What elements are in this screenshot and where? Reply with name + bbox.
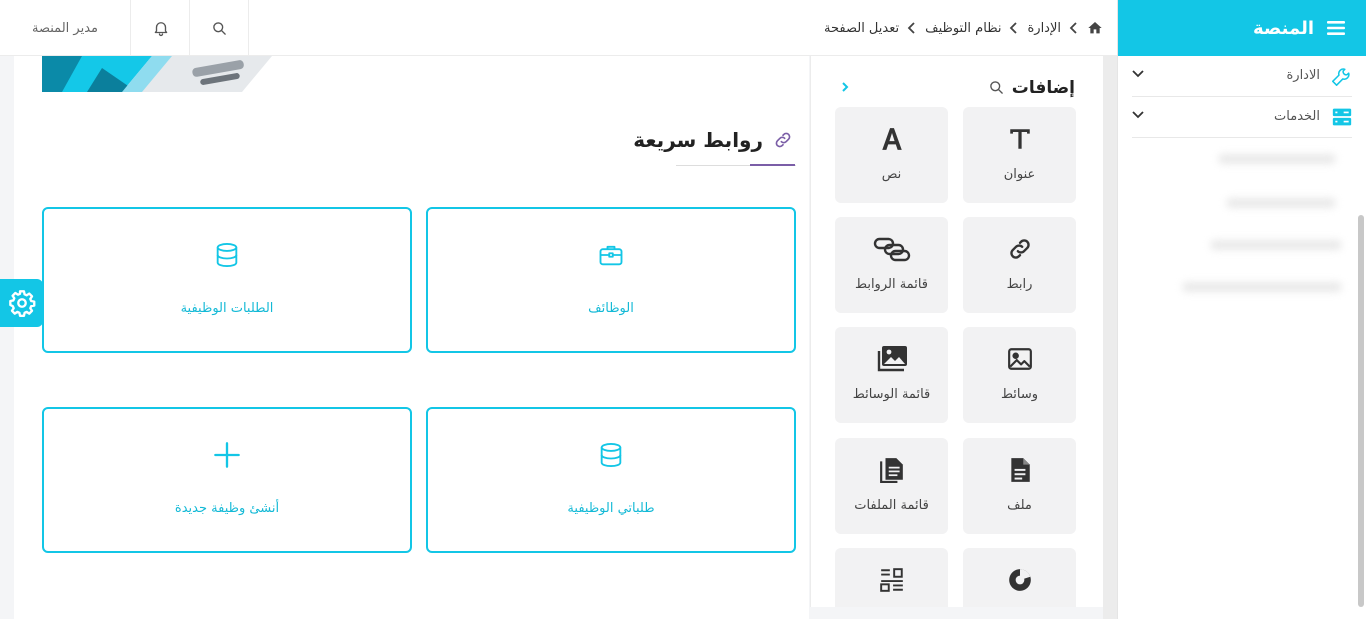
tile-chart[interactable] xyxy=(963,548,1076,607)
bell-icon xyxy=(154,22,167,37)
notifications-button[interactable] xyxy=(132,0,190,56)
sidebar-item-label: الخدمات xyxy=(1274,109,1320,124)
additions-panel: إضافات عنوان نص رابط قائمة الروابط وسائط… xyxy=(810,56,1103,607)
banner-image xyxy=(42,56,272,92)
tile-list-grid[interactable] xyxy=(835,548,948,607)
settings-button[interactable] xyxy=(0,279,43,327)
tile-link[interactable]: رابط xyxy=(963,217,1076,313)
breadcrumb-item-recruitment[interactable]: نظام التوظيف xyxy=(925,21,1001,36)
sidebar-item-label: الادارة xyxy=(1286,68,1320,83)
card-label: طلباتي الوظيفية xyxy=(567,501,655,516)
title-divider-accent xyxy=(750,164,795,166)
wrench-icon xyxy=(1332,68,1350,86)
hamburger-menu-icon[interactable] xyxy=(1326,19,1346,37)
tile-media-list[interactable]: قائمة الوسائط xyxy=(835,327,948,423)
links-list-icon xyxy=(873,237,910,262)
plus-icon xyxy=(214,442,240,468)
media-list-icon xyxy=(877,346,907,372)
chevron-left-icon xyxy=(1009,22,1019,34)
server-icon xyxy=(1332,108,1352,126)
quick-link-card-jobs[interactable]: الوظائف xyxy=(426,207,796,353)
link-icon xyxy=(1009,239,1030,259)
sidebar: المنصة الادارة الخدمات xyxy=(1117,0,1366,619)
breadcrumb-item-admin[interactable]: الإدارة xyxy=(1027,21,1061,36)
tile-label: نص xyxy=(881,167,902,182)
sidebar-header: المنصة xyxy=(1118,0,1366,56)
quick-link-card-job-requests[interactable]: الطلبات الوظيفية xyxy=(42,207,412,353)
breadcrumb-item-edit-page: تعديل الصفحة xyxy=(824,20,900,36)
files-list-icon xyxy=(879,458,903,483)
panel-gutter xyxy=(1103,56,1117,619)
breadcrumb: الإدارة نظام التوظيف تعديل الصفحة xyxy=(824,0,1103,56)
tile-label: قائمة الملفات xyxy=(854,498,929,513)
chevron-left-icon xyxy=(1069,22,1079,34)
tile-text[interactable]: نص xyxy=(835,107,948,203)
tile-label: قائمة الوسائط xyxy=(852,387,931,402)
pie-chart-icon xyxy=(1008,569,1031,591)
chevron-down-icon xyxy=(1132,70,1144,78)
tile-label: عنوان xyxy=(1003,167,1036,182)
sidebar-scrollbar[interactable] xyxy=(1358,215,1364,607)
search-button[interactable] xyxy=(191,0,249,56)
quick-link-card-my-requests[interactable]: طلباتي الوظيفية xyxy=(426,407,796,553)
database-icon xyxy=(600,442,622,468)
page-editor-canvas: روابط سريعة الوظائف الطلبات الوظيفية طلب… xyxy=(14,56,809,619)
search-icon[interactable] xyxy=(989,80,1004,95)
chevron-left-icon xyxy=(907,22,917,34)
briefcase-icon xyxy=(599,245,623,266)
sidebar-item-services[interactable]: الخدمات xyxy=(1132,97,1352,138)
database-icon xyxy=(216,242,238,268)
chevron-down-icon xyxy=(1132,111,1144,119)
card-label: أنشئ وظيفة جديدة xyxy=(174,501,280,516)
quick-links-title-text: روابط سريعة xyxy=(633,128,763,152)
user-menu[interactable]: مدير المنصة xyxy=(0,0,131,56)
card-label: الوظائف xyxy=(588,301,634,316)
top-bar: مدير المنصة الإدارة نظام التوظيف تعديل ا… xyxy=(0,0,1117,56)
text-a-icon xyxy=(881,128,902,150)
image-icon xyxy=(1007,348,1032,370)
sidebar-item-admin[interactable]: الادارة xyxy=(1132,56,1352,97)
additions-title: إضافات xyxy=(1011,78,1075,98)
file-icon xyxy=(1010,458,1030,482)
tile-label: وسائط xyxy=(1000,387,1039,402)
gear-icon xyxy=(8,290,35,317)
home-icon[interactable] xyxy=(1087,20,1103,36)
search-icon xyxy=(213,21,226,35)
tile-label: رابط xyxy=(1006,277,1033,292)
card-label: الطلبات الوظيفية xyxy=(180,301,274,316)
link-icon xyxy=(775,132,791,148)
sidebar-title: المنصة xyxy=(1253,17,1314,39)
tile-file[interactable]: ملف xyxy=(963,438,1076,534)
tile-label: قائمة الروابط xyxy=(854,277,928,292)
quick-links-title: روابط سريعة xyxy=(633,128,795,152)
tile-links-list[interactable]: قائمة الروابط xyxy=(835,217,948,313)
chevron-left-icon[interactable] xyxy=(841,81,851,93)
tile-label: ملف xyxy=(1007,498,1032,513)
tile-heading[interactable]: عنوان xyxy=(963,107,1076,203)
quick-link-card-create-job[interactable]: أنشئ وظيفة جديدة xyxy=(42,407,412,553)
list-grid-icon xyxy=(879,568,903,592)
heading-t-icon xyxy=(1009,129,1030,149)
tile-media[interactable]: وسائط xyxy=(963,327,1076,423)
tile-files-list[interactable]: قائمة الملفات xyxy=(835,438,948,534)
